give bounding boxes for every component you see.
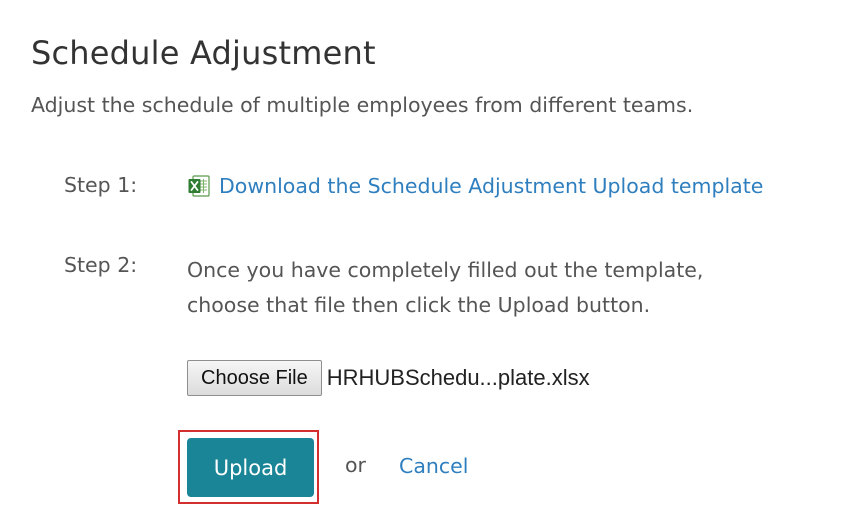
selected-file-name: HRHUBSchedu...plate.xlsx xyxy=(326,365,590,390)
excel-file-icon[interactable] xyxy=(187,174,211,198)
cancel-link[interactable]: Cancel xyxy=(399,454,468,478)
step2-instructions: Once you have completely filled out the … xyxy=(187,253,787,323)
file-input-row: Choose File HRHUBSchedu...plate.xlsx xyxy=(187,360,590,396)
step1-label: Step 1: xyxy=(64,173,138,197)
step2-instruction-line1: Once you have completely filled out the … xyxy=(187,258,704,282)
page-subtitle: Adjust the schedule of multiple employee… xyxy=(31,93,694,117)
page-title: Schedule Adjustment xyxy=(31,34,376,72)
download-template-row: Download the Schedule Adjustment Upload … xyxy=(187,174,763,198)
step2-label: Step 2: xyxy=(64,253,138,277)
download-template-link[interactable]: Download the Schedule Adjustment Upload … xyxy=(219,174,763,198)
choose-file-button[interactable]: Choose File xyxy=(187,360,322,396)
upload-button[interactable]: Upload xyxy=(187,438,314,497)
or-separator: or xyxy=(345,453,366,477)
step2-instruction-line2: choose that file then click the Upload b… xyxy=(187,293,651,317)
